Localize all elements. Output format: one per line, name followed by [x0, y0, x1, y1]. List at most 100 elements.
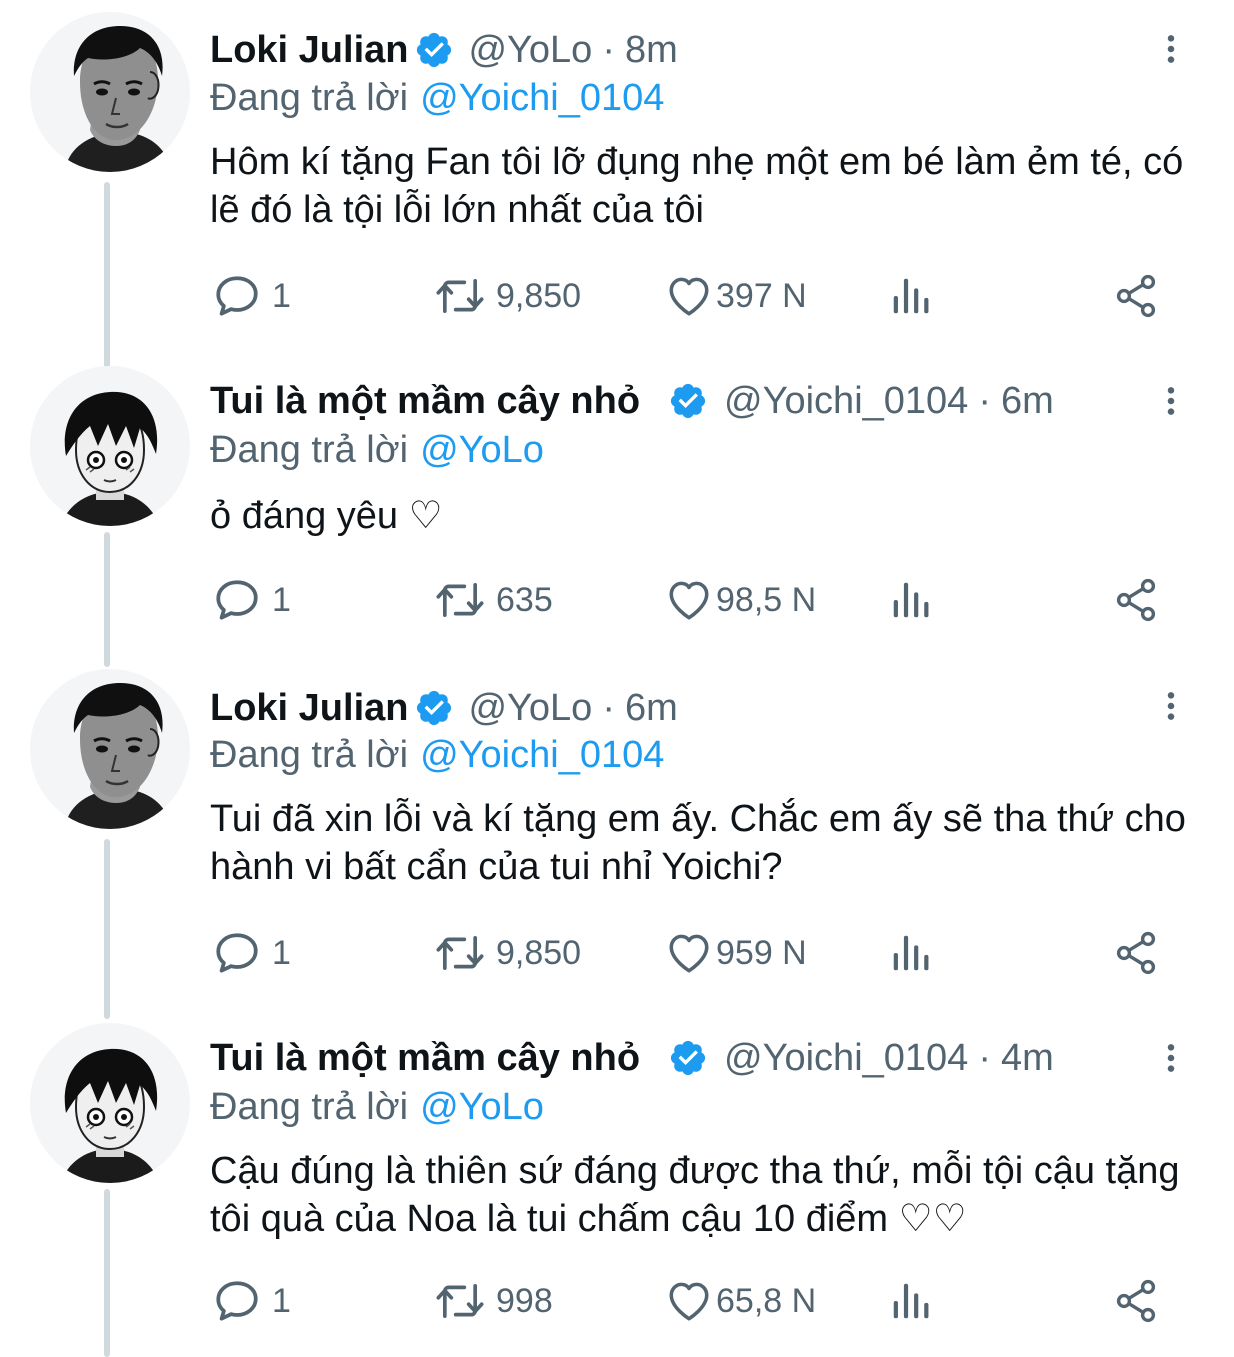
replying-mention-link[interactable]: @YoLo — [420, 1086, 544, 1128]
thread-line — [104, 839, 110, 1019]
avatar[interactable] — [30, 12, 190, 172]
reply-icon — [212, 271, 262, 321]
verified-badge-icon — [668, 1038, 708, 1078]
user-handle[interactable]: @Yoichi_0104 — [724, 1034, 968, 1082]
display-name[interactable]: Loki Julian — [210, 684, 408, 732]
like-button[interactable]: 959 N — [664, 927, 807, 979]
retweet-count: 9,850 — [496, 933, 582, 972]
avatar[interactable] — [30, 1023, 190, 1183]
like-count: 65,8 N — [716, 1281, 817, 1320]
verified-badge-icon — [414, 30, 454, 70]
tweet[interactable]: Tui là một mầm cây nhỏ @Yoichi_0104 · 6m… — [0, 352, 1234, 667]
retweet-count: 9,850 — [496, 276, 582, 315]
user-handle[interactable]: @YoLo — [468, 26, 592, 74]
more-options-button[interactable] — [1148, 378, 1194, 424]
verified-badge-icon — [668, 381, 708, 421]
tweet[interactable]: Loki Julian @YoLo · 8m Đang trả lời @Yoic… — [0, 0, 1234, 368]
reply-thread: Loki Julian @YoLo · 8m Đang trả lời @Yoic… — [0, 0, 1234, 1357]
yoichi-avatar-image — [30, 1023, 190, 1183]
tweet-text: Hôm kí tặng Fan tôi lỡ đụng nhẹ một em b… — [210, 141, 1184, 231]
share-button[interactable] — [1112, 270, 1160, 322]
more-options-button[interactable] — [1148, 26, 1194, 72]
loki-avatar-image — [30, 669, 190, 829]
heart-icon — [664, 928, 714, 978]
avatar[interactable] — [30, 669, 190, 829]
retweet-button[interactable]: 635 — [434, 574, 553, 626]
share-icon — [1112, 1277, 1160, 1325]
separator-dot: · — [602, 687, 615, 729]
share-icon — [1112, 929, 1160, 977]
timestamp[interactable]: 6m — [625, 684, 678, 732]
reply-button[interactable]: 1 — [212, 927, 291, 979]
reply-button[interactable]: 1 — [212, 270, 291, 322]
retweet-icon — [434, 574, 486, 626]
reply-button[interactable]: 1 — [212, 1275, 291, 1327]
display-name[interactable]: Loki Julian — [210, 26, 408, 74]
replying-to: Đang trả lời @YoLo — [210, 426, 544, 474]
views-button[interactable] — [888, 270, 934, 322]
retweet-button[interactable]: 9,850 — [434, 927, 581, 979]
tweet-actions: 1 9,850 397 N — [212, 270, 1172, 322]
like-button[interactable]: 98,5 N — [664, 574, 816, 626]
tweet-header: Tui là một mầm cây nhỏ @Yoichi_0104 · 4m — [210, 1034, 1054, 1082]
avatar[interactable] — [30, 366, 190, 526]
share-icon — [1112, 272, 1160, 320]
tweet-header: Loki Julian @YoLo · 8m — [210, 26, 678, 74]
replying-mention-link[interactable]: @Yoichi_0104 — [420, 77, 664, 119]
more-vertical-icon — [1154, 683, 1188, 729]
views-button[interactable] — [888, 574, 934, 626]
like-count: 959 N — [716, 933, 807, 972]
like-count: 98,5 N — [716, 580, 817, 619]
tweet-header: Tui là một mầm cây nhỏ @Yoichi_0104 · 6m — [210, 377, 1054, 425]
tweet[interactable]: Loki Julian @YoLo · 6m Đang trả lời @Yoic… — [0, 657, 1234, 1019]
user-handle[interactable]: @YoLo — [468, 684, 592, 732]
reply-button[interactable]: 1 — [212, 574, 291, 626]
heart-icon — [664, 575, 714, 625]
views-icon — [888, 930, 934, 976]
reply-icon — [212, 1276, 262, 1326]
replying-mention-link[interactable]: @YoLo — [420, 429, 544, 471]
like-button[interactable]: 65,8 N — [664, 1275, 816, 1327]
separator-dot: · — [978, 1037, 991, 1079]
views-button[interactable] — [888, 927, 934, 979]
retweet-icon — [434, 927, 486, 979]
retweet-count: 998 — [496, 1281, 553, 1320]
share-button[interactable] — [1112, 927, 1160, 979]
reply-icon — [212, 928, 262, 978]
views-icon — [888, 273, 934, 319]
yoichi-avatar-image — [30, 366, 190, 526]
tweet[interactable]: Tui là một mầm cây nhỏ @Yoichi_0104 · 4m… — [0, 1009, 1234, 1357]
tweet-actions: 1 998 65,8 N — [212, 1275, 1172, 1327]
retweet-button[interactable]: 998 — [434, 1275, 553, 1327]
timestamp[interactable]: 6m — [1001, 377, 1054, 425]
more-options-button[interactable] — [1148, 1035, 1194, 1081]
verified-badge-icon — [414, 688, 454, 728]
reply-count: 1 — [272, 933, 291, 972]
timestamp[interactable]: 4m — [1001, 1034, 1054, 1082]
share-icon — [1112, 576, 1160, 624]
loki-avatar-image — [30, 12, 190, 172]
tweet-actions: 1 9,850 959 N — [212, 927, 1172, 979]
reply-icon — [212, 575, 262, 625]
timestamp[interactable]: 8m — [625, 26, 678, 74]
separator-dot: · — [978, 380, 991, 422]
like-button[interactable]: 397 N — [664, 270, 807, 322]
more-options-button[interactable] — [1148, 683, 1194, 729]
tweet-text: ỏ đáng yêu ♡ — [210, 495, 443, 537]
display-name[interactable]: Tui là một mầm cây nhỏ — [210, 377, 640, 425]
share-button[interactable] — [1112, 1275, 1160, 1327]
retweet-button[interactable]: 9,850 — [434, 270, 581, 322]
display-name[interactable]: Tui là một mầm cây nhỏ — [210, 1034, 640, 1082]
thread-line — [104, 182, 110, 368]
replying-label: Đang trả lời — [210, 429, 409, 471]
reply-count: 1 — [272, 580, 291, 619]
replying-mention-link[interactable]: @Yoichi_0104 — [420, 734, 664, 776]
replying-to: Đang trả lời @Yoichi_0104 — [210, 74, 664, 122]
replying-label: Đang trả lời — [210, 734, 409, 776]
heart-icon — [664, 271, 714, 321]
views-button[interactable] — [888, 1275, 934, 1327]
share-button[interactable] — [1112, 574, 1160, 626]
tweet-text: Cậu đúng là thiên sứ đáng được tha thứ, … — [210, 1150, 1180, 1240]
separator-dot: · — [602, 29, 615, 71]
user-handle[interactable]: @Yoichi_0104 — [724, 377, 968, 425]
